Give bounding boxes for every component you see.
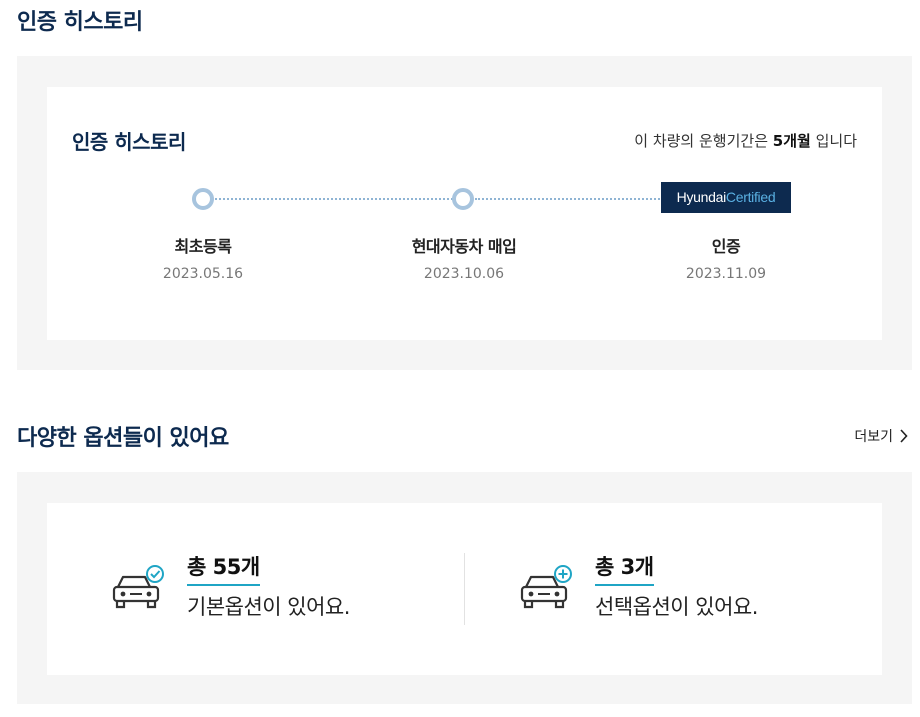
step-label-purchase: 현대자동차 매입 — [411, 237, 517, 256]
step-label-certified: 인증 — [711, 237, 741, 256]
driving-period-prefix: 이 차량의 운행기간은 — [634, 132, 773, 150]
timeline-connector — [215, 198, 461, 200]
options-panel: 총 55개 기본옵션이 있어요. 총 3개 선택옵션이 있어요. — [17, 472, 912, 704]
chevron-right-icon — [900, 429, 908, 443]
step-label-registration: 최초등록 — [174, 237, 232, 256]
step-date-purchase: 2023.10.06 — [423, 266, 505, 282]
step-date-registration: 2023.05.16 — [162, 266, 244, 282]
driving-period-suffix: 입니다 — [810, 132, 857, 150]
timeline-dot-purchase — [452, 188, 474, 210]
timeline-dot-registration — [192, 188, 214, 210]
options-section-title: 다양한 옵션들이 있어요 — [17, 426, 229, 451]
timeline-connector — [475, 198, 663, 200]
car-plus-icon — [520, 565, 572, 609]
badge-certified: Certified — [725, 189, 776, 205]
history-card-title: 인증 히스토리 — [72, 130, 186, 154]
driving-period-value: 5개월 — [772, 132, 811, 150]
more-label: 더보기 — [854, 429, 893, 445]
badge-brand: Hyundai — [676, 189, 727, 205]
history-panel: 인증 히스토리 이 차량의 운행기간은 5개월 입니다 HyundaiCerti… — [17, 56, 912, 370]
history-card: 인증 히스토리 이 차량의 운행기간은 5개월 입니다 HyundaiCerti… — [47, 87, 882, 340]
selected-options-desc: 선택옵션이 있어요. — [595, 595, 758, 619]
page-title: 인증 히스토리 — [17, 10, 143, 35]
options-divider — [464, 553, 465, 625]
driving-period: 이 차량의 운행기간은 5개월 입니다 — [634, 130, 857, 151]
step-date-certified: 2023.11.09 — [685, 266, 767, 282]
basic-options-desc: 기본옵션이 있어요. — [187, 595, 350, 619]
car-check-icon — [112, 565, 164, 609]
basic-options-count: 총 55개 — [187, 551, 260, 586]
options-card: 총 55개 기본옵션이 있어요. 총 3개 선택옵션이 있어요. — [47, 503, 882, 675]
hyundai-certified-logo: HyundaiCertified — [661, 182, 791, 213]
more-button[interactable]: 더보기 — [854, 426, 908, 446]
selected-options-count: 총 3개 — [595, 551, 654, 586]
